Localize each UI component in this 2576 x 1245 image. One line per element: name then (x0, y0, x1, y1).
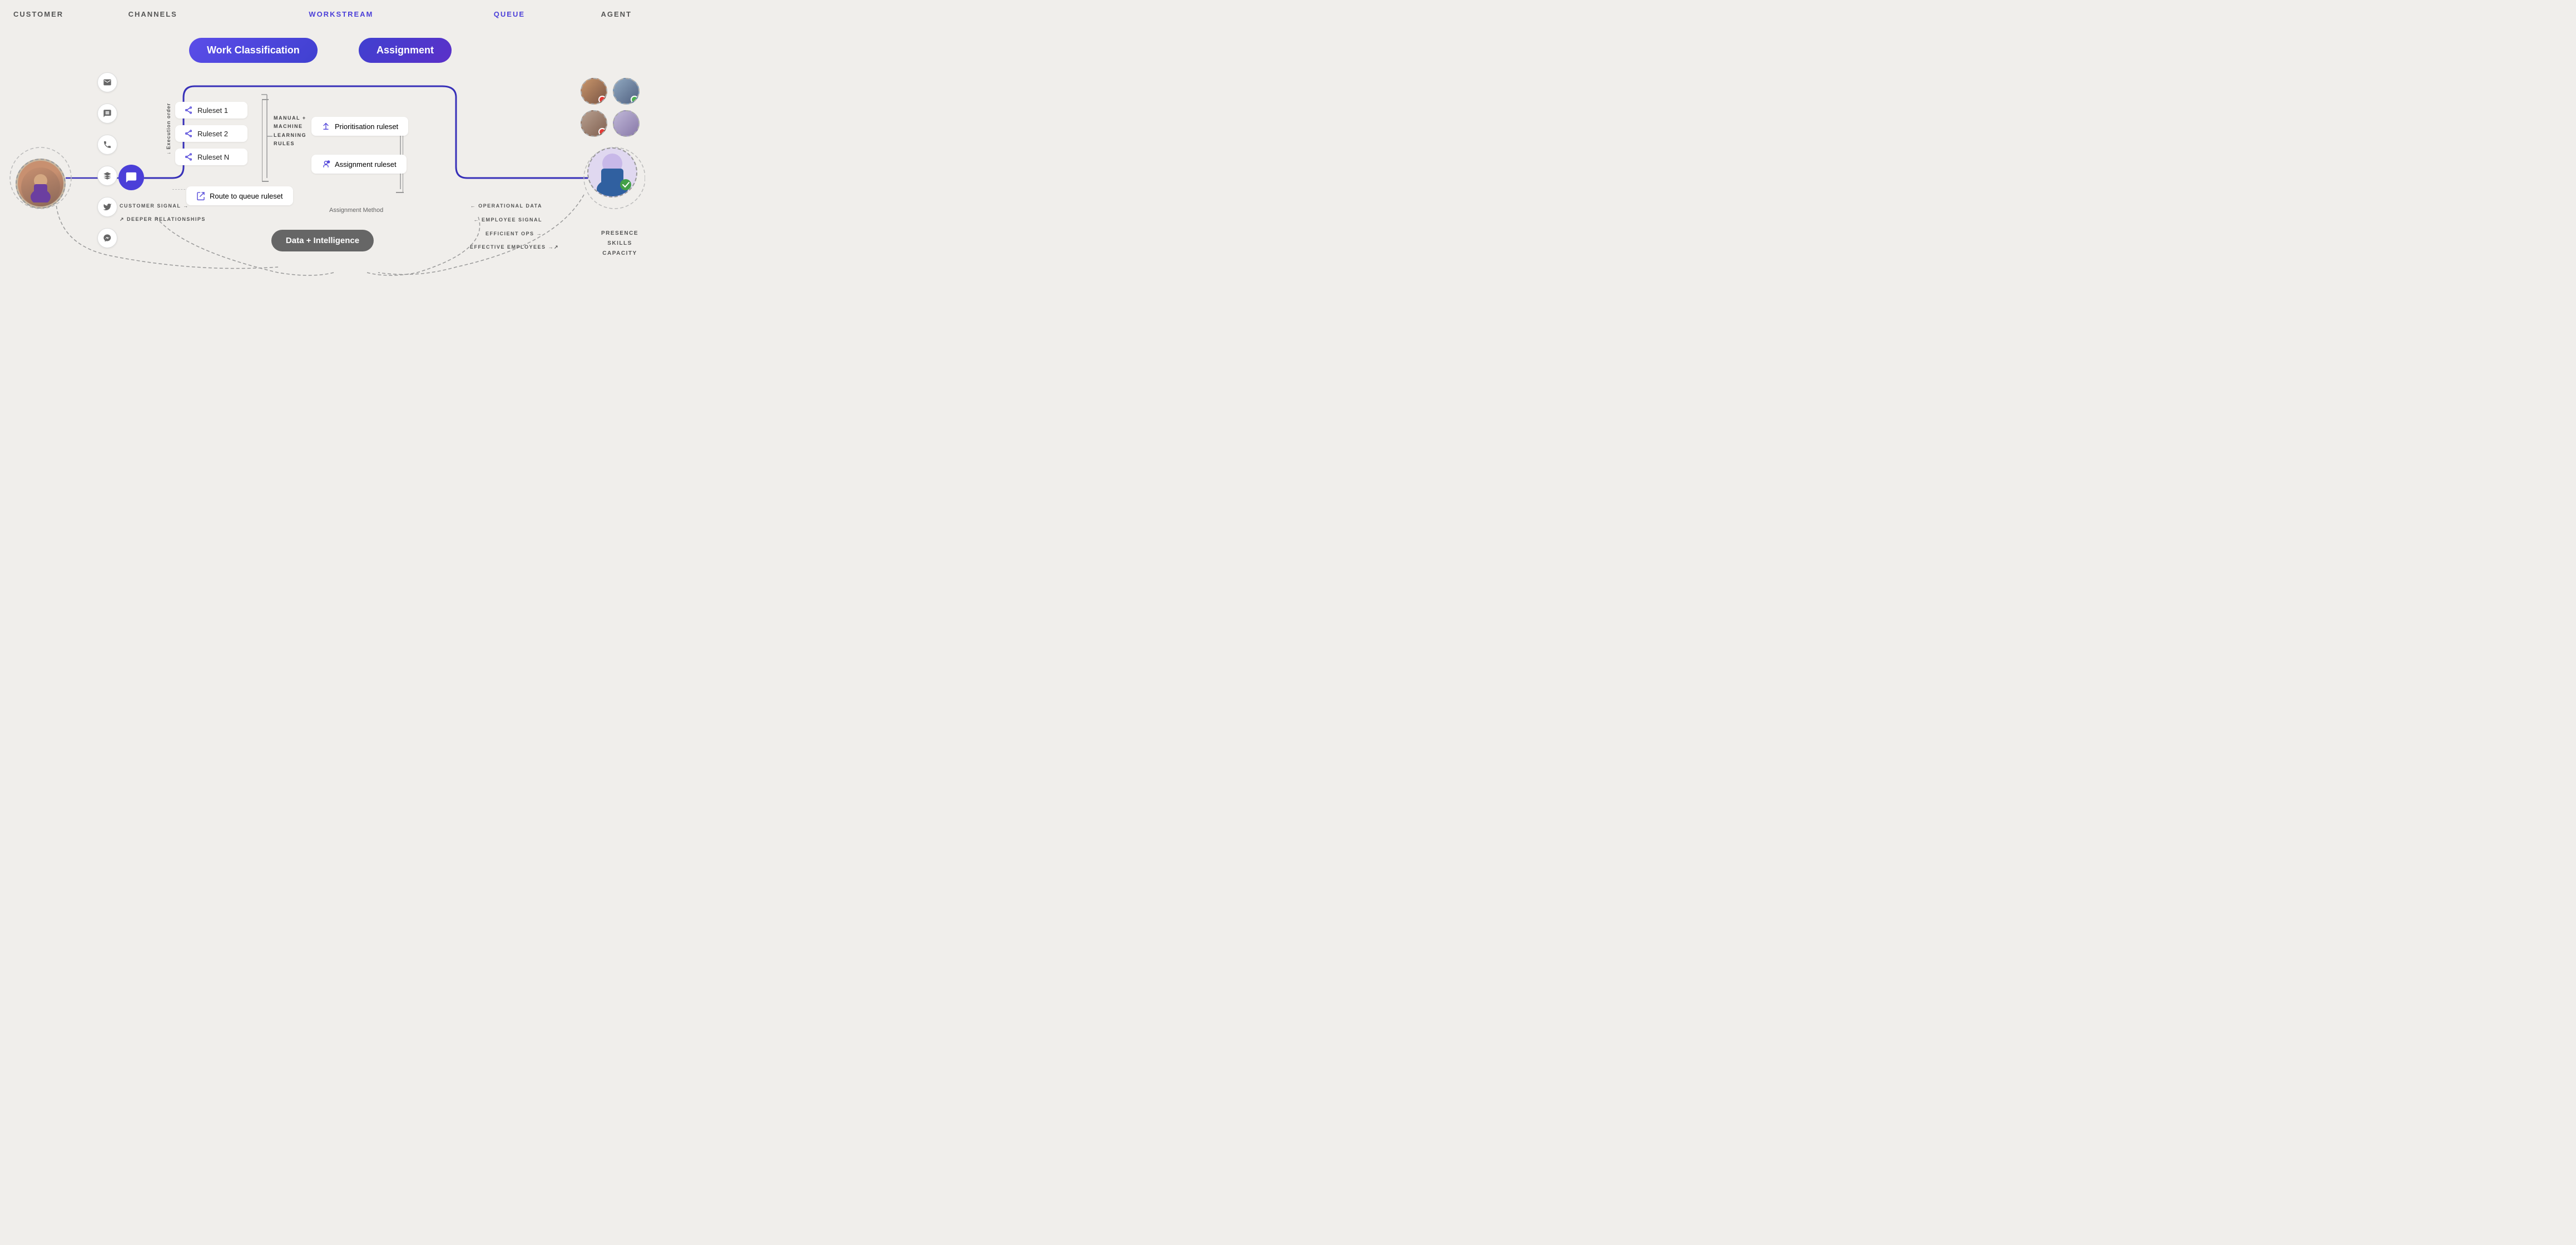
ruleset-n[interactable]: Ruleset N (175, 149, 247, 165)
queue-header: QUEUE (494, 10, 525, 18)
data-intelligence-pill[interactable]: Data + Intelligence (271, 230, 374, 251)
skills-label: SKILLS (601, 239, 638, 249)
assignment-pill[interactable]: Assignment (359, 38, 452, 63)
agent-2-badge (631, 96, 638, 103)
channel-icons-list (97, 72, 117, 248)
deeper-relationships-label: ↗ DEEPER RELATIONSHIPS (120, 216, 206, 223)
bracket-bottom (262, 181, 269, 182)
rulesets-container: Ruleset 1 Ruleset 2 Ruleset N (175, 102, 247, 172)
bracket-top (262, 99, 269, 100)
header-labels: CUSTOMER CHANNELS WORKSTREAM QUEUE AGENT (0, 0, 645, 18)
assignment-method-label: Assignment Method (329, 207, 383, 214)
customer-header: CUSTOMER (13, 10, 63, 18)
ml-rules-label: MANUAL +MACHINELEARNINGRULES (274, 114, 306, 148)
presence-label: PRESENCE (601, 229, 638, 239)
efficient-ops-label: EFFICIENT OPS → (486, 231, 542, 236)
email-channel-icon[interactable] (97, 72, 117, 92)
queue-bracket-bottom (396, 192, 404, 193)
agent-avatar-2 (613, 78, 640, 105)
effective-employees-label: EFFECTIVE EMPLOYEES →↗ (470, 244, 559, 250)
object-channel-icon[interactable] (97, 166, 117, 186)
bracket-left (262, 99, 263, 181)
employee-signal-label: ← EMPLOYEE SIGNAL (473, 217, 542, 223)
agent-labels: PRESENCE SKILLS CAPACITY (601, 229, 638, 259)
phone-channel-icon[interactable] (97, 135, 117, 155)
assignment-ruleset-box[interactable]: Assignment ruleset (311, 155, 407, 174)
chat-bubble-icon (118, 165, 144, 190)
agent-avatar-1 (581, 78, 607, 105)
messenger-channel-icon[interactable] (97, 228, 117, 248)
sms-channel-icon[interactable] (97, 103, 117, 123)
agent-avatar-4 (613, 110, 640, 137)
prioritisation-ruleset-box[interactable]: Prioritisation ruleset (311, 117, 408, 136)
ruleset-1[interactable]: Ruleset 1 (175, 102, 247, 118)
agent-avatars-grid (581, 78, 640, 137)
route-queue-box[interactable]: Route to queue ruleset (186, 186, 293, 205)
customer-avatar-inner (18, 161, 63, 206)
main-agent-avatar (587, 147, 637, 197)
agent-1-badge (598, 96, 606, 103)
capacity-label: CAPACITY (601, 249, 638, 259)
customer-avatar (16, 159, 66, 209)
execution-order-label: ↓ Execution order (166, 103, 171, 155)
ruleset-2[interactable]: Ruleset 2 (175, 125, 247, 142)
agent-header: AGENT (601, 10, 632, 18)
operational-data-label: ← OPERATIONAL DATA (470, 203, 542, 209)
workstream-header: WORKSTREAM (309, 10, 373, 18)
work-classification-pill[interactable]: Work Classification (189, 38, 318, 63)
customer-signal-label: CUSTOMER SIGNAL → (120, 203, 189, 209)
twitter-channel-icon[interactable] (97, 197, 117, 217)
channels-header: CHANNELS (128, 10, 177, 18)
agent-avatar-3 (581, 110, 607, 137)
agent-3-badge (598, 128, 606, 136)
